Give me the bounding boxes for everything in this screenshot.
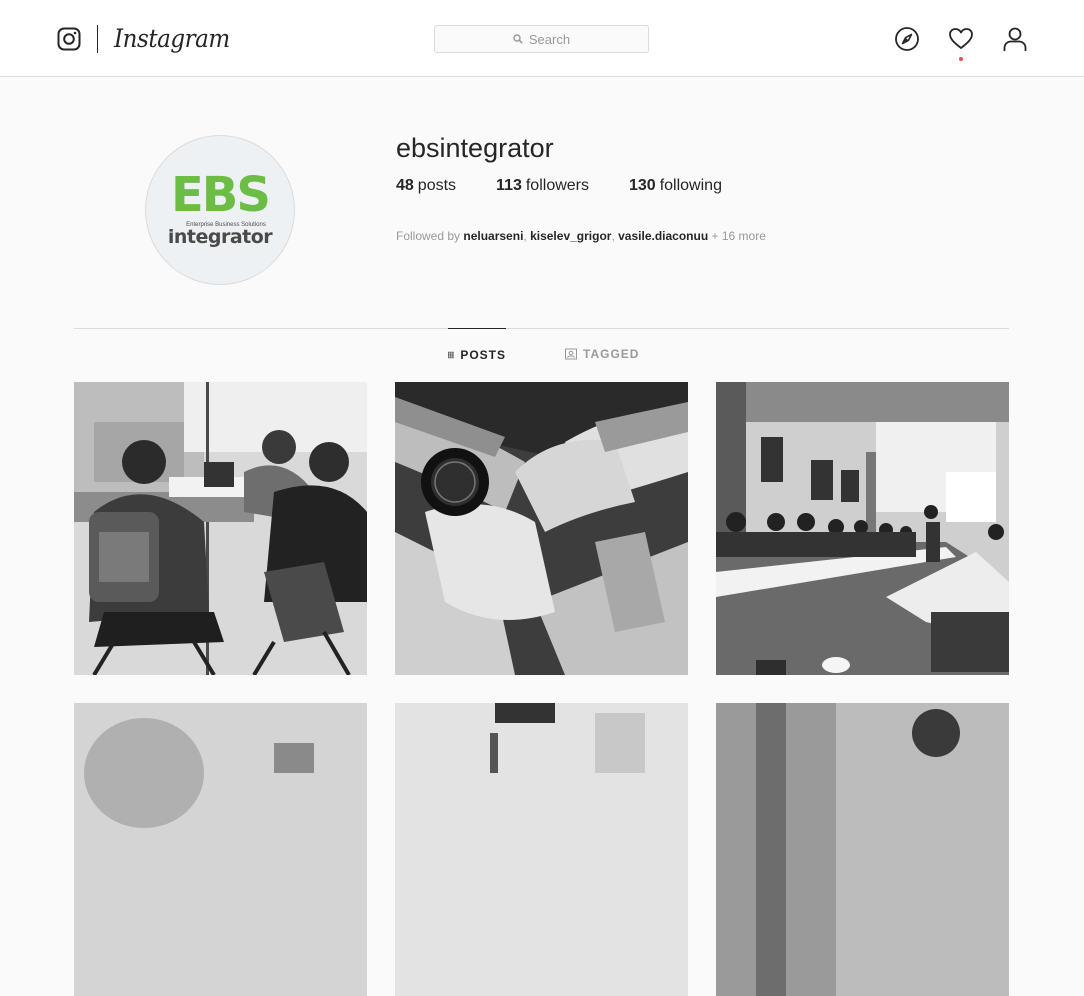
compass-icon[interactable] (894, 26, 920, 52)
followed-by-prefix: Followed by (396, 229, 461, 243)
post-image-person-at-laptop (716, 703, 1009, 996)
avatar-logo-integrator: integrator (167, 226, 273, 248)
heart-icon[interactable] (948, 26, 974, 52)
follower-link[interactable]: neluarseni (463, 229, 523, 243)
post-thumbnail[interactable] (716, 382, 1009, 675)
post-image-training-room (716, 382, 1009, 675)
tabs-divider (74, 328, 1009, 329)
post-thumbnail[interactable] (74, 703, 367, 996)
followers-count-label: followers (525, 177, 589, 194)
tab-tagged-label: TAGGED (583, 347, 640, 361)
instagram-wordmark[interactable]: Instagram (114, 22, 230, 56)
post-image-office-meeting (74, 382, 367, 675)
followed-by-more[interactable]: + 16 more (712, 229, 766, 243)
post-thumbnail[interactable] (74, 382, 367, 675)
profile-stats: 48 posts 113 followers 130 following (396, 176, 762, 196)
search-placeholder: Search (528, 31, 571, 47)
follower-link[interactable]: vasile.diaconuu (618, 229, 708, 243)
following-count[interactable]: 130 following (629, 176, 722, 196)
post-thumbnail[interactable] (395, 703, 688, 996)
grid-icon (448, 351, 455, 358)
followers-count-value: 113 (496, 177, 522, 194)
profile-avatar[interactable]: EBS Enterprise Business Solutions integr… (145, 135, 295, 285)
follower-link[interactable]: kiselev_grigor (530, 229, 611, 243)
avatar-logo-ebs: EBS (171, 167, 271, 223)
followed-by[interactable]: Followed by neluarseni, kiselev_grigor, … (396, 229, 766, 243)
search-input[interactable]: Search (434, 25, 649, 53)
following-count-value: 130 (629, 177, 656, 194)
instagram-glyph-icon[interactable] (57, 27, 81, 51)
post-image-office-shelves (395, 703, 688, 996)
logo-divider (97, 25, 98, 53)
tab-posts[interactable]: POSTS (448, 328, 506, 380)
followers-count[interactable]: 113 followers (496, 176, 589, 196)
tab-posts-label: POSTS (460, 347, 506, 362)
user-icon[interactable] (1002, 26, 1028, 52)
search-icon (513, 34, 523, 44)
tab-tagged[interactable]: TAGGED (565, 328, 640, 380)
post-thumbnail[interactable] (716, 703, 1009, 996)
post-image-hands-wristbands (395, 382, 688, 675)
posts-count-label: posts (417, 177, 457, 194)
tag-icon (565, 348, 577, 360)
following-count-label: following (659, 177, 722, 194)
posts-count: 48 posts (396, 176, 456, 196)
top-nav: Instagram Search (0, 0, 1084, 77)
notification-dot (959, 57, 963, 61)
posts-count-value: 48 (396, 177, 414, 194)
post-image-portrait (74, 703, 367, 996)
post-thumbnail[interactable] (395, 382, 688, 675)
profile-username: ebsintegrator (396, 133, 554, 163)
